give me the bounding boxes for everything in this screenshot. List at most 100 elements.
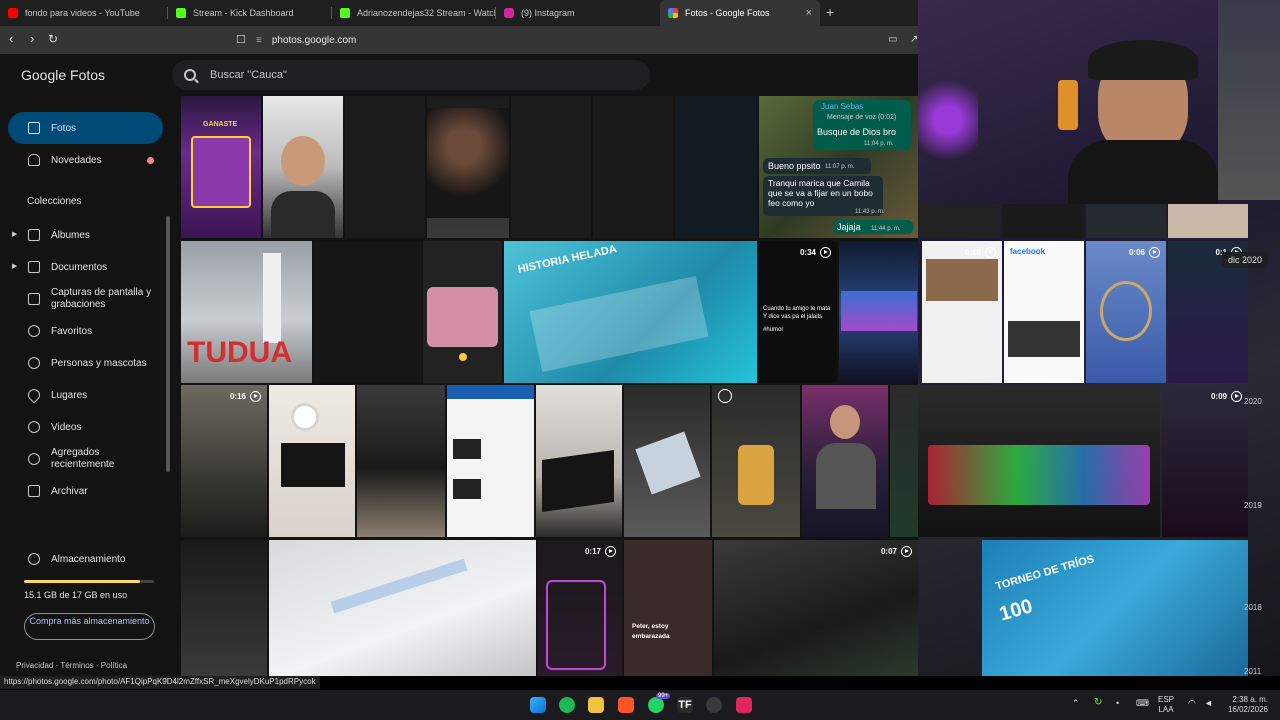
google-photos-logo[interactable]: Google Fotos	[21, 67, 105, 83]
tab-instagram[interactable]: (9) Instagram	[496, 0, 660, 26]
timeline-year-label[interactable]: 2019	[1244, 501, 1262, 510]
duration-text: 0:17	[584, 547, 601, 556]
microphone-icon[interactable]: •	[1116, 698, 1119, 708]
brave-icon[interactable]	[618, 697, 634, 713]
nav-item-personas[interactable]: Personas y mascotas	[8, 355, 163, 371]
cast-icon[interactable]: ▭	[888, 34, 897, 45]
region-text: LAA	[1158, 705, 1174, 714]
lamp-shape	[1058, 80, 1078, 130]
file-explorer-icon[interactable]	[588, 697, 604, 713]
forward-icon[interactable]: ›	[30, 31, 34, 46]
tab-youtube[interactable]: fondo para videos - YouTube	[0, 0, 168, 26]
video-keyboard-rgb[interactable]: 0:07	[714, 540, 918, 676]
nav-item-archivar[interactable]: Archivar	[8, 483, 163, 499]
app-icon[interactable]	[736, 697, 752, 713]
whatsapp-icon[interactable]	[648, 697, 664, 713]
spotify-icon[interactable]	[559, 697, 575, 713]
nav-item-albumes[interactable]: Álbumes	[8, 227, 163, 243]
buy-storage-button[interactable]: Compra más almacenamiento	[24, 613, 155, 640]
photo-rgb-keyboard[interactable]	[918, 385, 1160, 537]
nav-item-videos[interactable]: Videos	[8, 419, 163, 435]
new-tab-button[interactable]: +	[826, 4, 834, 20]
photo-laptop-screen[interactable]	[269, 540, 536, 676]
sync-icon[interactable]: ↻	[1094, 698, 1102, 708]
video-fan[interactable]: 0:06	[1086, 241, 1166, 383]
video-tiktok-news[interactable]: 0:10	[922, 241, 1002, 383]
url-field[interactable]: ≡ photos.google.com	[256, 30, 876, 50]
photo-church[interactable]: TUDUA	[181, 241, 312, 383]
nav-item-almacenamiento[interactable]: Almacenamiento	[8, 551, 163, 567]
photo-keyboard[interactable]	[890, 385, 918, 537]
timeline-year-label[interactable]: 2020	[1244, 397, 1262, 406]
photo-screenshot-shop[interactable]	[447, 385, 534, 537]
photo-screenshot-whatsapp[interactable]	[593, 96, 673, 238]
photo-dark[interactable]	[314, 241, 421, 383]
face-shape	[281, 136, 325, 186]
photo-thumbnail-strip[interactable]	[1086, 204, 1166, 238]
photo-game-screenshot[interactable]: GANASTE	[181, 96, 261, 238]
policy-link[interactable]: Política	[101, 661, 127, 670]
photo-historia-helada[interactable]: HISTORIA HELADA	[504, 241, 757, 383]
timeline-year-label[interactable]: 2018	[1244, 603, 1262, 612]
keyboard-icon[interactable]: ⌨	[1136, 698, 1149, 708]
photo-meme-peter[interactable]: Peter, estoy embarazada	[624, 540, 712, 676]
nav-label: Agregados recientemente	[51, 447, 115, 470]
photo-pc-setup[interactable]	[357, 385, 445, 537]
photo-boy-mic[interactable]	[802, 385, 888, 537]
nav-item-fotos[interactable]: Fotos	[8, 112, 163, 144]
photo-desk-monitor[interactable]	[269, 385, 355, 537]
nav-item-agregados[interactable]: Agregados recientemente	[8, 445, 163, 473]
video-meme-tiktok[interactable]: 0:34 Cuando tu amigo te mata Y dice vas …	[759, 241, 837, 383]
close-tab-icon[interactable]: ×	[800, 7, 812, 19]
photo-screenshot-chats[interactable]	[675, 96, 757, 238]
nav-item-favoritos[interactable]: Favoritos	[8, 323, 163, 339]
select-check-icon[interactable]	[718, 389, 732, 403]
photo-screenshot-video[interactable]	[427, 96, 509, 238]
tab-kick-dashboard[interactable]: Stream - Kick Dashboard	[168, 0, 332, 26]
duration-text: 0:09	[1210, 392, 1227, 401]
site-info-icon[interactable]: ≡	[256, 35, 262, 46]
photo-box[interactable]	[624, 385, 710, 537]
tf-app-icon[interactable]: TF	[677, 697, 693, 713]
photo-thumbnail-strip[interactable]	[1168, 204, 1248, 238]
back-icon[interactable]: ‹	[9, 31, 13, 46]
photo-chat-screenshot[interactable]: Juan Sebas Mensaje de voz (0:02) Busque …	[759, 96, 918, 238]
clock[interactable]: 2:38 a. m. 16/02/2026	[1224, 695, 1268, 715]
nav-item-capturas[interactable]: Capturas de pantalla y grabaciones	[8, 285, 163, 313]
video-mousepad[interactable]: 0:17	[538, 540, 622, 676]
photo-screenshot-chat[interactable]	[345, 96, 425, 238]
video-glass[interactable]: 0:16	[181, 385, 267, 537]
search-input[interactable]: Buscar "Cauca"	[172, 60, 650, 90]
google-photos-icon	[668, 8, 678, 18]
timeline-year-label[interactable]: 2011	[1244, 667, 1261, 676]
reload-icon[interactable]: ↻	[48, 32, 58, 46]
photo-meme-patrick[interactable]	[423, 241, 502, 383]
show-hidden-icons[interactable]: ⌃	[1072, 698, 1080, 708]
photo-selfie[interactable]	[263, 96, 343, 238]
tab-kick-stream[interactable]: Adrianozendejas32 Stream - Watch l	[332, 0, 496, 26]
tab-google-photos[interactable]: Fotos - Google Fotos ×	[660, 0, 820, 26]
photo-facebook-screenshot[interactable]: facebook	[1004, 241, 1084, 383]
wifi-icon[interactable]: ◠	[1188, 698, 1196, 708]
photo-torneo-trios[interactable]: TORNEO DE TRÍOS 100	[982, 540, 1248, 676]
obs-icon[interactable]	[706, 697, 722, 713]
photo-thumbnail-strip[interactable]	[918, 204, 1000, 238]
bookmark-icon[interactable]: ☐	[236, 33, 246, 46]
video-rgb-lights[interactable]: 0:09	[1162, 385, 1248, 537]
photo-monitor[interactable]	[839, 241, 918, 383]
start-icon[interactable]	[530, 697, 546, 713]
chat-time: 11:44 p. m.	[871, 226, 901, 232]
nav-item-lugares[interactable]: Lugares	[8, 386, 163, 404]
photo-thumbnail-strip[interactable]	[1002, 204, 1084, 238]
volume-icon[interactable]: ◄	[1204, 698, 1213, 708]
sidebar-scrollbar[interactable]	[166, 216, 170, 472]
language-indicator[interactable]: ESP LAA	[1158, 695, 1174, 715]
nav-item-novedades[interactable]: Novedades	[8, 152, 163, 168]
terms-link[interactable]: Términos	[60, 661, 93, 670]
photo-tester[interactable]	[712, 385, 800, 537]
nav-item-documentos[interactable]: Documentos	[8, 259, 163, 275]
privacy-link[interactable]: Privacidad	[16, 661, 53, 670]
photo-desk-black[interactable]	[536, 385, 622, 537]
photo-cables[interactable]	[181, 540, 267, 676]
photo-screenshot-settings[interactable]	[511, 96, 591, 238]
